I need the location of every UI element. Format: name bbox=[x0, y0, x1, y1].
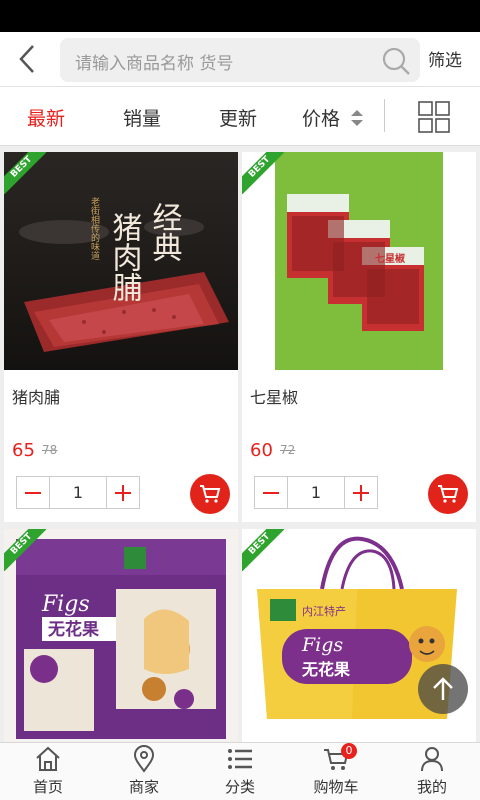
plus-icon bbox=[115, 484, 131, 501]
divider bbox=[384, 99, 385, 132]
cart-icon bbox=[200, 485, 221, 503]
tab-label: 首页 bbox=[32, 778, 63, 796]
best-badge: BEST bbox=[242, 529, 284, 571]
quantity-input[interactable]: 1 bbox=[50, 477, 106, 508]
list-icon bbox=[228, 749, 252, 769]
scroll-to-top-button[interactable] bbox=[418, 664, 468, 714]
svg-text:老街相传的味道: 老街相传的味道 bbox=[89, 196, 100, 261]
cart-icon bbox=[438, 485, 459, 503]
tab-home[interactable]: 首页 bbox=[0, 743, 96, 800]
tab-profile[interactable]: 我的 bbox=[384, 743, 480, 800]
svg-text:猪肉脯: 猪肉脯 bbox=[107, 212, 143, 302]
tab-label: 购物车 bbox=[313, 778, 359, 796]
original-price: 72 bbox=[280, 443, 296, 457]
add-to-cart-button[interactable] bbox=[428, 474, 468, 514]
status-bar bbox=[0, 0, 480, 32]
user-icon bbox=[421, 747, 443, 772]
product-card[interactable]: 七星椒 BEST 七星椒 60 72 1 bbox=[242, 152, 476, 522]
svg-text:七星椒: 七星椒 bbox=[375, 252, 406, 265]
grid-view-icon[interactable] bbox=[418, 101, 450, 133]
original-price: 78 bbox=[42, 443, 58, 457]
product-price: 65 bbox=[12, 440, 35, 461]
product-grid: 猪肉脯 经典 老街相传的味道 BEST 猪肉脯 65 78 1 七星椒 BEST… bbox=[0, 152, 480, 742]
top-bar: 请输入商品名称 货号 筛选 bbox=[0, 32, 480, 87]
increase-button[interactable] bbox=[106, 477, 139, 508]
svg-text:无花果: 无花果 bbox=[47, 619, 99, 640]
svg-text:Figs: Figs bbox=[41, 592, 90, 617]
cart-count-badge: 0 bbox=[341, 743, 357, 759]
minus-icon bbox=[25, 491, 41, 494]
increase-button[interactable] bbox=[344, 477, 377, 508]
best-badge: BEST bbox=[242, 152, 284, 194]
minus-icon bbox=[263, 491, 279, 494]
svg-text:无花果: 无花果 bbox=[301, 660, 350, 679]
product-price: 60 bbox=[250, 440, 273, 461]
filter-button[interactable]: 筛选 bbox=[428, 46, 462, 71]
tab-merchants[interactable]: 商家 bbox=[96, 743, 192, 800]
location-pin-icon bbox=[133, 745, 155, 773]
add-to-cart-button[interactable] bbox=[190, 474, 230, 514]
sort-tab-updated[interactable]: 更新 bbox=[219, 104, 257, 131]
svg-text:内江特产: 内江特产 bbox=[302, 604, 346, 618]
product-title[interactable]: 七星椒 bbox=[250, 384, 298, 408]
sort-caret-icon bbox=[351, 110, 363, 126]
back-button[interactable] bbox=[10, 40, 44, 78]
sort-tab-sales[interactable]: 销量 bbox=[123, 104, 161, 131]
product-title[interactable]: 猪肉脯 bbox=[12, 384, 60, 408]
tab-label: 我的 bbox=[416, 778, 447, 796]
search-icon[interactable] bbox=[380, 45, 412, 77]
sort-bar: 最新 销量 更新 价格 bbox=[0, 87, 480, 146]
chevron-left-icon bbox=[19, 45, 34, 73]
best-badge: BEST bbox=[4, 529, 46, 571]
tab-label: 分类 bbox=[224, 778, 255, 796]
quantity-stepper: 1 bbox=[16, 476, 140, 509]
product-card[interactable]: 猪肉脯 经典 老街相传的味道 BEST 猪肉脯 65 78 1 bbox=[4, 152, 238, 522]
decrease-button[interactable] bbox=[255, 477, 288, 508]
svg-text:经典: 经典 bbox=[147, 202, 183, 262]
tab-cart[interactable]: 0 购物车 bbox=[288, 743, 384, 800]
decrease-button[interactable] bbox=[17, 477, 50, 508]
bottom-tab-bar: 首页 商家 分类 0 购物车 我的 bbox=[0, 742, 480, 800]
quantity-input[interactable]: 1 bbox=[288, 477, 344, 508]
tab-categories[interactable]: 分类 bbox=[192, 743, 288, 800]
sort-tab-newest[interactable]: 最新 bbox=[27, 104, 65, 131]
svg-text:Figs: Figs bbox=[301, 634, 343, 656]
plus-icon bbox=[353, 484, 369, 501]
search-placeholder: 请输入商品名称 货号 bbox=[75, 54, 234, 74]
best-badge: BEST bbox=[4, 152, 46, 194]
arrow-up-icon bbox=[433, 677, 453, 700]
search-input[interactable]: 请输入商品名称 货号 bbox=[60, 38, 420, 82]
tab-label: 商家 bbox=[128, 778, 159, 796]
home-icon bbox=[36, 746, 60, 771]
sort-tab-price[interactable]: 价格 bbox=[302, 104, 340, 131]
quantity-stepper: 1 bbox=[254, 476, 378, 509]
product-card[interactable]: Figs 无花果 BEST 果脯 bbox=[4, 529, 238, 742]
